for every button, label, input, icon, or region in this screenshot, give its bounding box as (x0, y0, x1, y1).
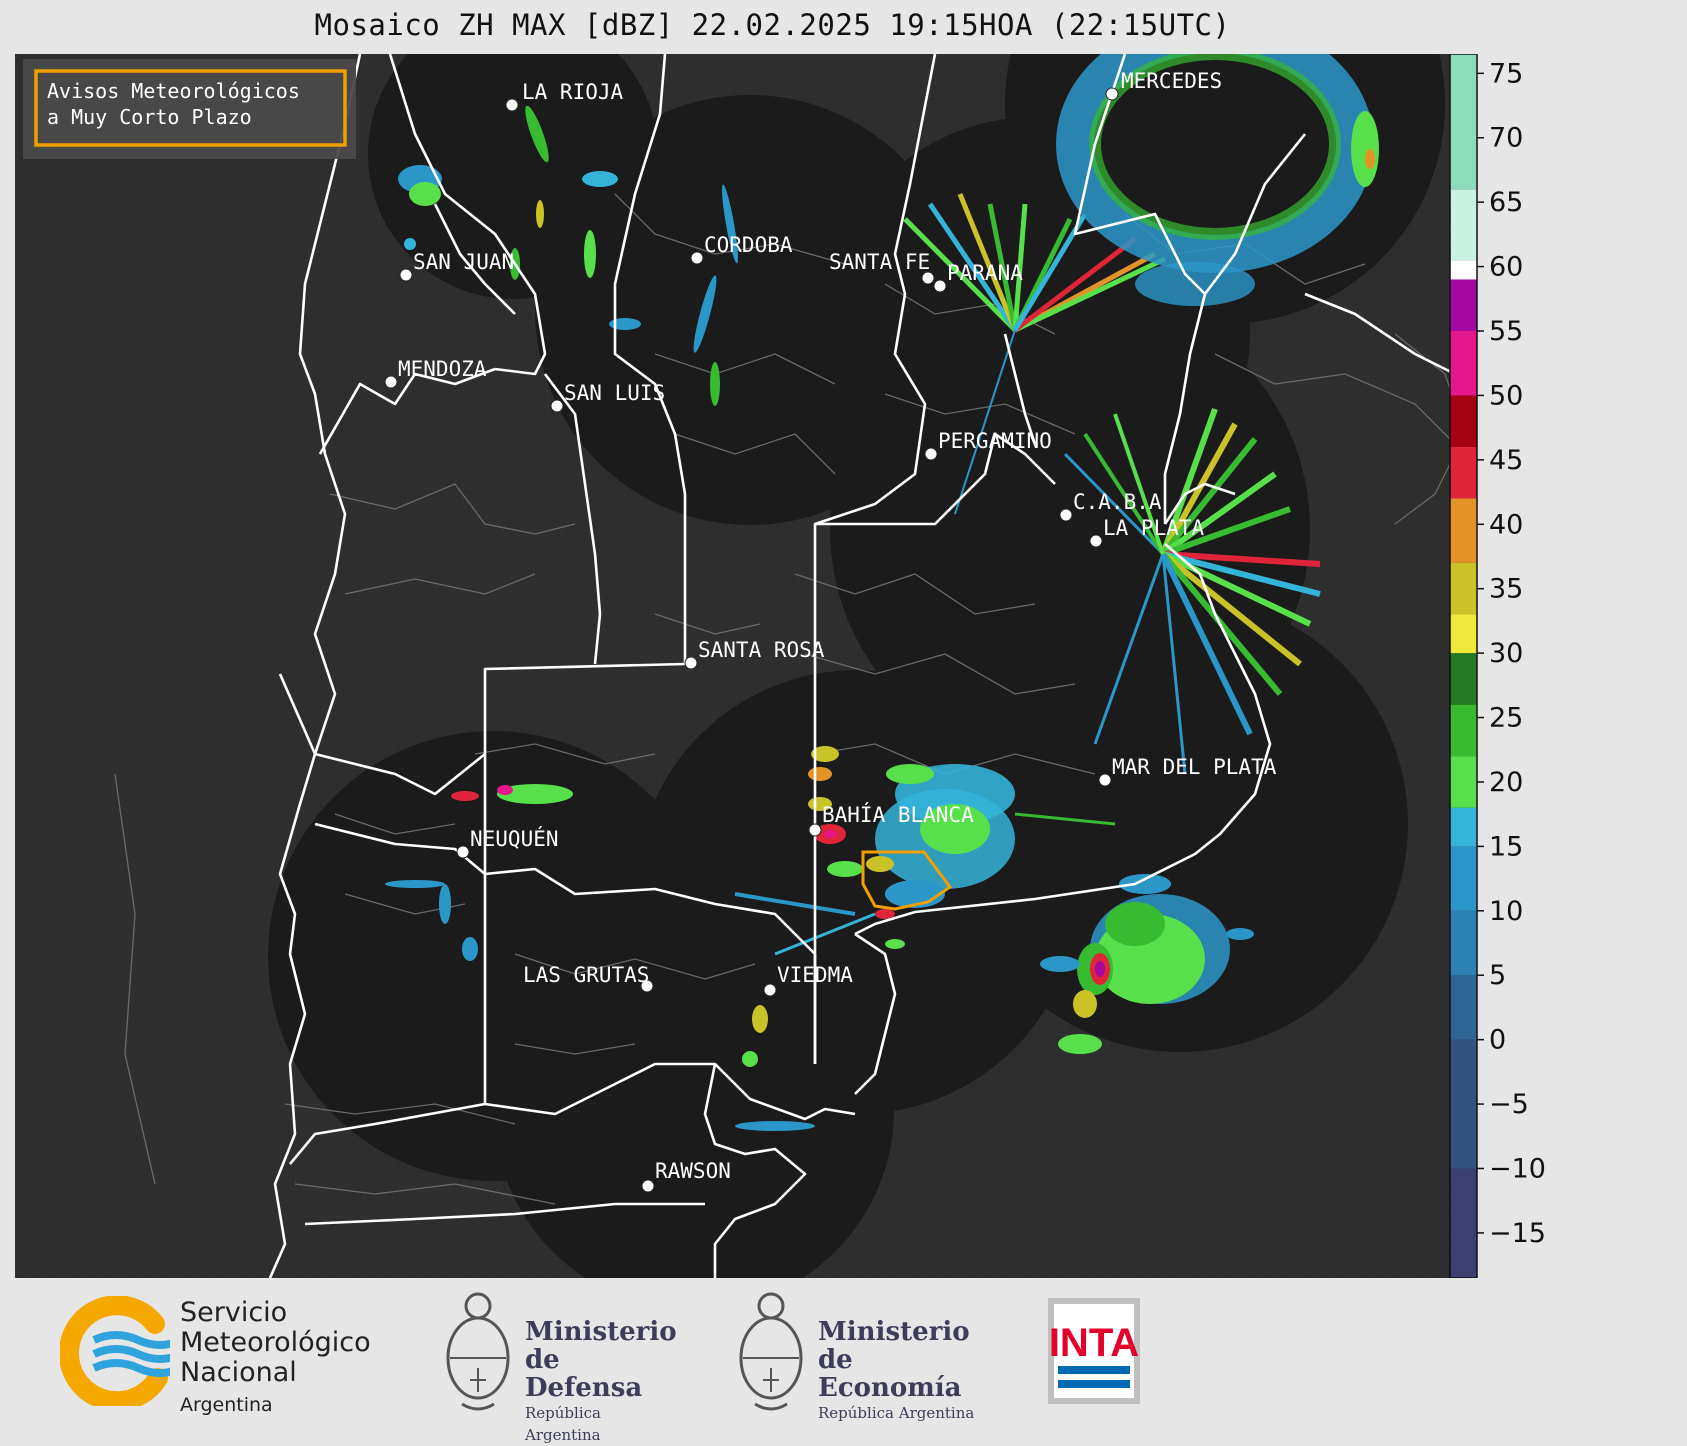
coat-of-arms-icon (739, 1292, 803, 1411)
city-marker (1089, 534, 1103, 548)
logo-bar: Servicio Meteorológico Nacional Argentin… (0, 1278, 1687, 1444)
economia-line1: Ministerio (818, 1317, 970, 1347)
smn-country: Argentina (180, 1394, 273, 1416)
colorbar-tick-label: 5 (1489, 960, 1506, 991)
defensa-sub: República Argentina (525, 1404, 601, 1444)
city-label: VIEDMA (777, 963, 853, 987)
colorbar-tick-label: 45 (1489, 445, 1523, 476)
colorbar-tick-label: 30 (1489, 638, 1523, 669)
colorbar-band (1450, 653, 1477, 705)
warning-badge-line2: a Muy Corto Plazo (47, 105, 252, 129)
colorbar-band (1450, 1039, 1477, 1169)
colorbar-tick-label: −10 (1489, 1153, 1546, 1184)
economia-line2: de Economía (818, 1345, 962, 1403)
defensa-line1: Ministerio (525, 1317, 677, 1347)
colorbar-band (1450, 704, 1477, 757)
colorbar-tick-label: 20 (1489, 767, 1523, 798)
city-label: MAR DEL PLATA (1112, 755, 1277, 779)
colorbar-tick-label: 50 (1489, 380, 1523, 411)
smn-name-line3: Nacional (180, 1357, 297, 1388)
colorbar-band (1450, 260, 1477, 280)
colorbar-band (1450, 756, 1477, 808)
inta-logo: INTA (1048, 1298, 1140, 1404)
city-marker (399, 268, 413, 282)
colorbar-tick-label: 15 (1489, 831, 1523, 862)
colorbar-band (1450, 279, 1477, 332)
colorbar-band (1450, 331, 1477, 396)
colorbar-band (1450, 189, 1477, 261)
inta-text: INTA (1049, 1321, 1139, 1365)
city-label: LA RIOJA (522, 80, 624, 104)
city-marker (924, 447, 938, 461)
city-label: C.A.B.A (1073, 490, 1162, 514)
smn-emblem-icon (58, 1295, 184, 1412)
colorbar-band (1450, 395, 1477, 447)
city-marker (933, 279, 947, 293)
warning-badge: Avisos Meteorológicos a Muy Corto Plazo (23, 59, 356, 159)
colorbar-tick-label: 70 (1489, 123, 1523, 154)
city-label: LAS GRUTAS (523, 963, 649, 987)
economia-sub: República Argentina (818, 1404, 975, 1422)
city-label: SAN JUAN (413, 250, 514, 274)
city-label: PERGAMINO (938, 429, 1052, 453)
radar-mosaic-map: LA RIOJA SAN JUAN CORDOBA SANTA FE PARANA MER… (15, 54, 1562, 1278)
colorbar-tick-label: 25 (1489, 703, 1523, 734)
colorbar-band (1450, 614, 1477, 654)
smn-logo: Servicio Meteorológico Nacional Argentin… (58, 1295, 400, 1416)
colorbar-band (1450, 807, 1477, 847)
colorbar-tick-label: 55 (1489, 316, 1523, 347)
city-marker (384, 375, 398, 389)
colorbar-tick-label: 10 (1489, 896, 1523, 927)
city-label: CORDOBA (704, 233, 793, 257)
colorbar-band (1450, 975, 1477, 1040)
city-label: NEUQUÉN (470, 826, 559, 851)
city-label: SANTA ROSA (698, 638, 825, 662)
city-label: SANTA FE (829, 250, 930, 274)
inta-emblem-icon: INTA (1048, 1298, 1140, 1404)
colorbar-tick-label: 60 (1489, 252, 1523, 283)
warning-badge-line1: Avisos Meteorológicos (47, 79, 300, 103)
colorbar-band (1450, 1168, 1477, 1278)
city-label: LA PLATA (1103, 516, 1205, 540)
city-marker (684, 656, 698, 670)
city-label: BAHÍA BLANCA (822, 802, 974, 827)
colorbar-tick-label: 0 (1489, 1025, 1506, 1056)
city-label: MERCEDES (1121, 69, 1222, 93)
colorbar-tick-label: 35 (1489, 574, 1523, 605)
city-marker (505, 98, 519, 112)
colorbar-tick-label: −15 (1489, 1218, 1546, 1249)
colorbar-tick-label: 65 (1489, 187, 1523, 218)
map-title: Mosaico ZH MAX [dBZ] 22.02.2025 19:15HOA… (314, 8, 1231, 42)
city-label: PARANA (947, 261, 1023, 285)
city-marker (763, 983, 777, 997)
smn-name-line2: Meteorológico (180, 1327, 371, 1358)
colorbar-tick-label: −5 (1489, 1089, 1529, 1120)
colorbar-band (1450, 846, 1477, 911)
colorbar-band (1450, 498, 1477, 563)
economia-logo: Ministerio de Economía República Argenti… (733, 1284, 993, 1424)
colorbar-band (1450, 446, 1477, 499)
city-label: RAWSON (655, 1159, 731, 1183)
colorbar: 757065605550454035302520151050−5−10−15 (1449, 54, 1562, 1278)
colorbar-tick-label: 40 (1489, 509, 1523, 540)
defensa-logo: Ministerio de Defensa República Argentin… (440, 1284, 680, 1444)
map-canvas: LA RIOJA SAN JUAN CORDOBA SANTA FE PARANA MER… (15, 54, 1562, 1278)
city-marker (1059, 508, 1073, 522)
smn-name-line1: Servicio (180, 1297, 288, 1328)
colorbar-tick-label: 75 (1489, 58, 1523, 89)
city-marker (456, 845, 470, 859)
city-marker (690, 251, 704, 265)
coat-of-arms-icon (446, 1292, 510, 1411)
city-label: SAN LUIS (564, 381, 665, 405)
city-marker (641, 1179, 655, 1193)
colorbar-band (1450, 54, 1477, 190)
city-marker (1098, 773, 1112, 787)
colorbar-band (1450, 910, 1477, 976)
colorbar-band (1450, 562, 1477, 615)
city-marker (550, 399, 564, 413)
city-marker (808, 823, 822, 837)
city-marker (1105, 87, 1119, 101)
city-label: MENDOZA (398, 357, 487, 381)
defensa-line2: de Defensa (525, 1345, 643, 1403)
